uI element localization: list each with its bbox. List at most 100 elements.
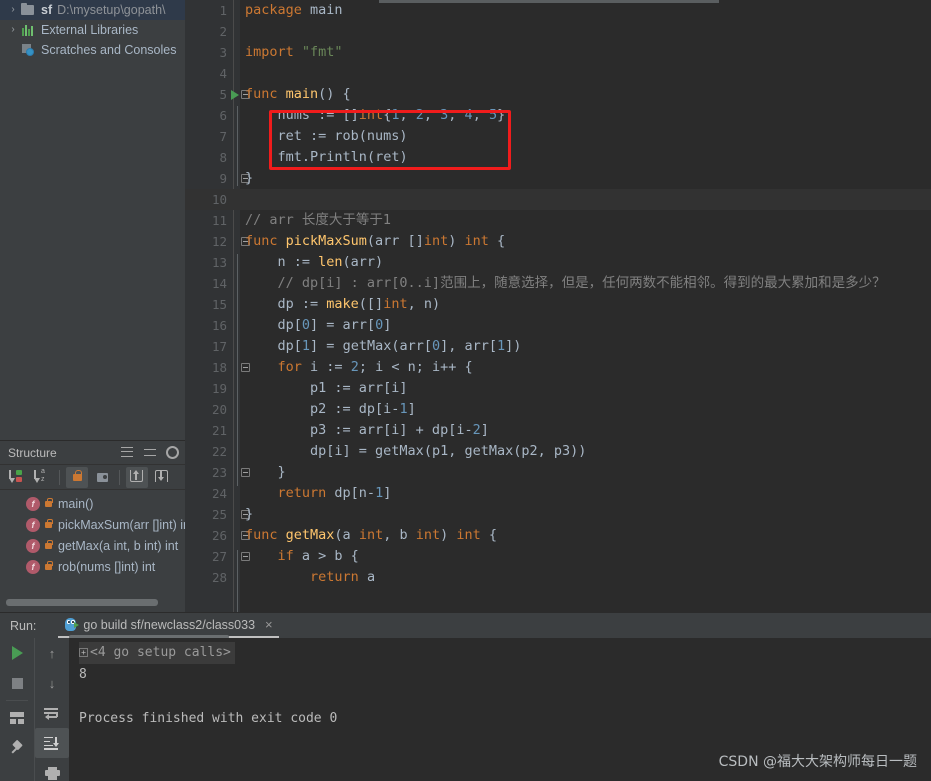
line-number: 3 [219, 45, 227, 60]
code-line[interactable]: 25} [185, 504, 931, 525]
code-text: } [245, 170, 254, 186]
code-line[interactable]: 10 [185, 189, 931, 210]
structure-horizontal-scrollbar[interactable] [6, 599, 158, 606]
arrow-up-icon[interactable]: ↑ [35, 638, 69, 668]
code-line[interactable]: 23 } [185, 462, 931, 483]
sort-visibility-icon[interactable] [6, 467, 28, 488]
code-line[interactable]: 20 p2 := dp[i-1] [185, 399, 931, 420]
lock-icon [45, 539, 53, 549]
code-line[interactable]: 27 if a > b { [185, 546, 931, 567]
code-line[interactable]: 14 // dp[i] : arr[0..i]范围上，随意选择，但是，任何两数不… [185, 273, 931, 294]
function-badge-icon: f [26, 517, 40, 532]
tree-item-sf[interactable]: › sf D:\mysetup\gopath\ [0, 0, 185, 20]
code-line[interactable]: 28 return a [185, 567, 931, 588]
code-line[interactable]: 26 func getMax(a int, b int) int { [185, 525, 931, 546]
code-line[interactable]: 13 n := len(arr) [185, 252, 931, 273]
folder-dot-icon[interactable] [91, 467, 113, 488]
tree-item-sf-path: D:\mysetup\gopath\ [57, 3, 166, 17]
folder-icon [20, 2, 37, 18]
tree-item-external-libraries[interactable]: › External Libraries [0, 20, 185, 40]
code-text: dp[0] = arr[0] [245, 317, 392, 333]
library-bars-icon [20, 22, 37, 38]
chevron-right-icon[interactable]: › [6, 0, 20, 20]
structure-item-pickmaxsum[interactable]: f pickMaxSum(arr []int) int [0, 514, 193, 535]
run-gutter-icon[interactable] [231, 90, 239, 100]
code-line[interactable]: 3 import "fmt" [185, 42, 931, 63]
line-number: 1 [219, 3, 227, 18]
code-line[interactable]: 5 func main() { [185, 84, 931, 105]
code-line[interactable]: 22 dp[i] = getMax(p1, getMax(p2, p3)) [185, 441, 931, 462]
function-badge-icon: f [26, 538, 40, 553]
code-line[interactable]: 17 dp[1] = getMax(arr[0], arr[1]) [185, 336, 931, 357]
code-line[interactable]: 18 for i := 2; i < n; i++ { [185, 357, 931, 378]
close-icon[interactable]: × [265, 617, 273, 632]
code-line[interactable]: 8 fmt.Println(ret) [185, 147, 931, 168]
ide-window: › sf D:\mysetup\gopath\ › External Libra… [0, 0, 931, 781]
fold-guide-line [237, 380, 238, 486]
code-line[interactable]: 11 // arr 长度大于等于1 [185, 210, 931, 231]
toolbar-divider [6, 700, 28, 701]
soft-wrap-icon[interactable] [35, 698, 69, 728]
line-number: 10 [211, 192, 227, 207]
arrow-down-icon[interactable]: ↓ [35, 668, 69, 698]
line-number: 19 [211, 381, 227, 396]
code-line[interactable]: 15 dp := make([]int, n) [185, 294, 931, 315]
code-editor[interactable]: 1 package main 2 3 import "fmt" 4 5 func main()… [185, 0, 931, 612]
scroll-end-icon[interactable] [35, 728, 69, 758]
code-line[interactable]: 12 func pickMaxSum(arr []int) int { [185, 231, 931, 252]
code-line[interactable]: 2 [185, 21, 931, 42]
code-line[interactable]: 24 return dp[n-1] [185, 483, 931, 504]
code-line[interactable]: 6 nums := []int{1, 2, 3, 4, 5} [185, 105, 931, 126]
code-line[interactable]: 9} [185, 168, 931, 189]
line-number: 2 [219, 24, 227, 39]
chevron-right-icon[interactable]: › [6, 20, 20, 40]
stop-button[interactable] [0, 668, 34, 698]
fold-guide-line [237, 550, 238, 612]
function-badge-icon: f [26, 559, 40, 574]
expand-icon[interactable]: + [79, 648, 88, 657]
line-number: 20 [211, 402, 227, 417]
run-left-toolbar [0, 638, 34, 781]
lock-icon[interactable] [66, 466, 88, 488]
rerun-button[interactable] [0, 638, 34, 668]
console-collapsed-line[interactable]: + <4 go setup calls> [69, 642, 931, 664]
printer-icon[interactable] [35, 758, 69, 781]
structure-item-label: main() [58, 496, 94, 511]
pin-tab-button[interactable] [0, 733, 34, 763]
code-line[interactable]: 4 [185, 63, 931, 84]
structure-title: Structure [8, 445, 57, 460]
layout-button[interactable] [0, 703, 34, 733]
line-number: 7 [219, 129, 227, 144]
toolbar-separator [119, 469, 120, 485]
collapse-all-icon[interactable] [143, 446, 157, 460]
code-text: } [245, 506, 254, 522]
structure-header: Structure [0, 441, 185, 464]
arrow-down-box-icon[interactable] [151, 467, 173, 488]
structure-item-label: pickMaxSum(arr []int) int [58, 517, 194, 532]
lock-icon [45, 560, 53, 570]
project-tree-panel[interactable]: › sf D:\mysetup\gopath\ › External Libra… [0, 0, 185, 425]
console-output-value: 8 [79, 667, 87, 682]
structure-item-main[interactable]: f main() [0, 493, 185, 514]
code-lines-container[interactable]: 1 package main 2 3 import "fmt" 4 5 func main()… [185, 0, 931, 612]
arrow-up-box-icon[interactable] [126, 466, 148, 488]
code-text: // arr 长度大于等于1 [245, 212, 392, 228]
line-number: 14 [211, 276, 227, 291]
code-line[interactable]: 1 package main [185, 0, 931, 21]
line-number: 28 [211, 570, 227, 585]
settings-gear-icon[interactable] [166, 446, 179, 459]
code-line[interactable]: 21 p3 := arr[i] + dp[i-2] [185, 420, 931, 441]
structure-item-getmax[interactable]: f getMax(a int, b int) int [0, 535, 185, 556]
tree-item-scratches-and-consoles[interactable]: Scratches and Consoles [0, 40, 185, 60]
code-line[interactable]: 19 p1 := arr[i] [185, 378, 931, 399]
code-text: p2 := dp[i-1] [245, 401, 416, 417]
code-text: p3 := arr[i] + dp[i-2] [245, 422, 489, 438]
line-number: 6 [219, 108, 227, 123]
expand-all-icon[interactable] [120, 446, 134, 460]
code-line[interactable]: 7 ret := rob(nums) [185, 126, 931, 147]
sort-alpha-icon[interactable]: a z [31, 467, 53, 488]
structure-item-rob[interactable]: f rob(nums []int) int [0, 556, 185, 577]
go-gopher-icon [64, 617, 80, 632]
code-text: import "fmt" [245, 44, 343, 60]
code-line[interactable]: 16 dp[0] = arr[0] [185, 315, 931, 336]
